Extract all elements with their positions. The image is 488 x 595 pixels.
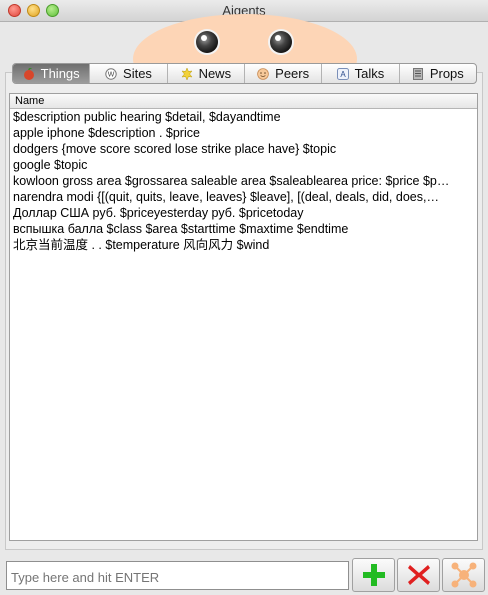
command-input[interactable] [6, 561, 349, 590]
cross-icon [407, 565, 430, 585]
add-button[interactable] [352, 558, 395, 592]
mascot-left-eye [196, 31, 218, 53]
tab-news[interactable]: News [168, 64, 245, 83]
list-item[interactable]: вспышка балла $class $area $starttime $m… [10, 221, 473, 237]
news-icon [180, 67, 193, 80]
things-list[interactable]: Name $description public hearing $detail… [9, 93, 478, 541]
tab-props-label: Props [429, 66, 464, 81]
tab-props[interactable]: Props [400, 64, 476, 83]
apple-icon [23, 67, 34, 80]
network-button[interactable] [442, 558, 485, 592]
tab-news-label: News [198, 66, 232, 81]
tab-sites-label: Sites [123, 66, 152, 81]
list-item[interactable]: narendra modi {[(quit, quits, leave, lea… [10, 189, 473, 205]
tab-peers-label: Peers [275, 66, 310, 81]
globe-icon: W [105, 67, 117, 80]
list-item[interactable]: $description public hearing $detail, $da… [10, 109, 473, 125]
text-icon: A [336, 67, 349, 80]
list-item[interactable]: Доллар США руб. $priceyesterday руб. $pr… [10, 205, 473, 221]
list-item[interactable]: dodgers {move score scored lose strike p… [10, 141, 473, 157]
tab-talks-label: Talks [354, 66, 385, 81]
tab-things[interactable]: Things [13, 64, 91, 83]
list-item[interactable]: google $topic [10, 157, 473, 173]
plus-icon [362, 564, 385, 586]
delete-button[interactable] [397, 558, 440, 592]
list-item[interactable]: 北京当前温度 . . $temperature 风向风力 $wind [10, 237, 473, 253]
tab-things-label: Things [40, 66, 80, 81]
tab-peers[interactable]: Peers [245, 64, 323, 83]
svg-text:A: A [340, 70, 346, 79]
mascot-right-eye [270, 31, 292, 53]
tab-sites[interactable]: W Sites [90, 64, 168, 83]
tab-talks[interactable]: A Talks [322, 64, 400, 83]
column-header-name[interactable]: Name [10, 94, 477, 109]
smiley-icon [257, 67, 269, 80]
peer-network-icon [451, 562, 476, 588]
props-icon [412, 67, 423, 80]
list-item[interactable]: kowloon gross area $grossarea saleable a… [10, 173, 473, 189]
tab-bar: Things W Sites News Peers A Talks Props [12, 63, 477, 84]
svg-text:W: W [108, 71, 115, 78]
list-item[interactable]: apple iphone $description . $price [10, 125, 473, 141]
